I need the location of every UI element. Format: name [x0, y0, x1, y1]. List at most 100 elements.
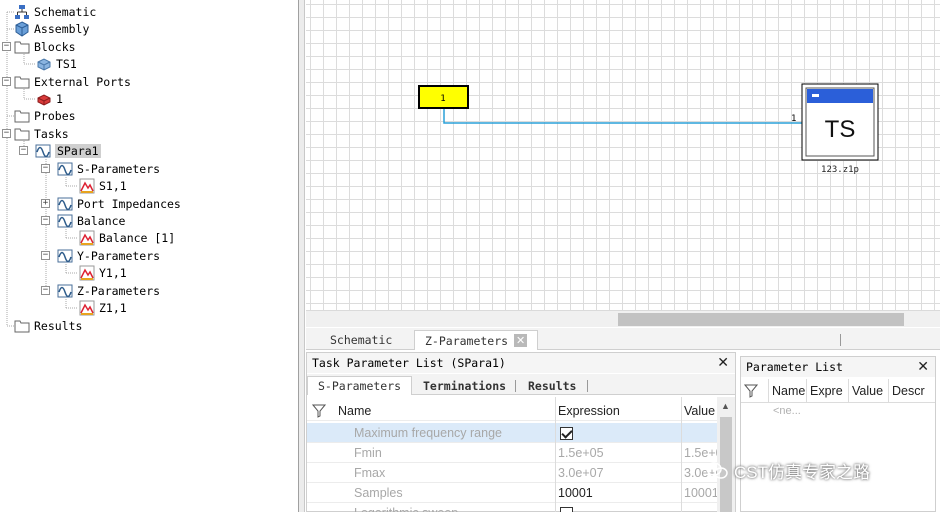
param-expression[interactable]: 10001 [555, 483, 681, 503]
port-icon [37, 93, 51, 106]
column-header-description[interactable]: Descr [889, 379, 935, 403]
tree-item-y11[interactable]: Y1,1 [79, 264, 127, 281]
subtab-s-parameters[interactable]: S-Parameters [307, 376, 413, 395]
s-parameters-collapse-toggle[interactable]: − [41, 164, 50, 173]
sparameter-task-icon [57, 214, 73, 227]
column-header-expression[interactable]: Expre [807, 379, 849, 403]
new-parameter-row[interactable]: <ne... [773, 405, 801, 417]
tree-item-y-parameters[interactable]: Y-Parameters [57, 247, 160, 264]
table-row[interactable]: Maximum frequency range [307, 423, 717, 443]
column-divider [681, 397, 682, 512]
table-row[interactable]: Samples 10001 10001 [307, 483, 717, 503]
param-name: Maximum frequency range [354, 426, 502, 440]
task-parameter-list-panel: Task Parameter List (SPara1) ✕ S-Paramet… [306, 352, 736, 512]
task-subtabs: S-Parameters Terminations Results [307, 374, 735, 395]
tab-divider [515, 380, 516, 392]
filter-icon[interactable] [309, 401, 335, 421]
tree-item-external-ports[interactable]: External Ports [14, 73, 131, 90]
parameter-list-panel: Parameter List ✕ Name Expre Value Descr … [740, 356, 936, 512]
close-icon[interactable]: ✕ [514, 334, 528, 347]
param-name: Fmax [354, 466, 386, 480]
blocks-collapse-toggle[interactable]: − [2, 42, 11, 51]
tree-item-results[interactable]: Results [14, 317, 82, 334]
grid-vertical-scrollbar[interactable]: ▲ [717, 397, 735, 512]
close-icon[interactable]: ✕ [917, 359, 929, 375]
column-header-name[interactable]: Name [769, 379, 807, 403]
tree-item-label: S1,1 [99, 178, 127, 193]
tab-divider [587, 380, 588, 392]
tree-item-blocks[interactable]: Blocks [14, 38, 76, 55]
panel-title: Task Parameter List (SPara1) ✕ [307, 353, 735, 373]
document-tabs: Schematic Z-Parameters ✕ [306, 328, 940, 350]
tree-item-assembly[interactable]: Assembly [14, 20, 89, 37]
block-icon [37, 57, 51, 71]
close-icon[interactable]: ✕ [717, 355, 729, 371]
maximum-frequency-range-checkbox[interactable] [560, 426, 573, 440]
canvas-horizontal-scrollbar[interactable] [306, 310, 940, 327]
tree-item-port-impedances[interactable]: Port Impedances [57, 195, 181, 212]
column-header-name[interactable]: Name [335, 401, 555, 421]
tree-item-balance-1[interactable]: Balance [1] [79, 229, 175, 246]
tree-item-label: Balance [77, 213, 126, 228]
param-expression[interactable] [557, 503, 679, 512]
tree-item-port-1[interactable]: 1 [36, 90, 63, 107]
column-header-value[interactable]: Value [849, 379, 889, 403]
sparameter-task-icon [57, 162, 73, 175]
param-name: Logarithmic sweep [351, 503, 555, 512]
tab-label: Schematic [330, 333, 393, 347]
scrollbar-thumb[interactable] [618, 313, 904, 326]
wire [443, 97, 802, 124]
tree-item-spara1[interactable]: SPara1 [35, 142, 101, 159]
sparameter-task-icon [57, 249, 73, 262]
tree-item-label: Assembly [34, 21, 90, 36]
block-pin-label: 1 [791, 114, 796, 124]
z-parameters-collapse-toggle[interactable]: − [41, 286, 50, 295]
balance-collapse-toggle[interactable]: − [41, 216, 50, 225]
tab-z-parameters[interactable]: Z-Parameters ✕ [414, 330, 539, 350]
y-parameters-collapse-toggle[interactable]: − [41, 251, 50, 260]
tree-item-s-parameters[interactable]: S-Parameters [57, 160, 160, 177]
subtab-terminations[interactable]: Terminations [413, 376, 516, 395]
schematic-canvas[interactable]: 1 1 TS 123.z1p [306, 0, 940, 310]
port-label: 1 [440, 94, 445, 104]
tree-item-label: Schematic [34, 4, 97, 19]
port-impedances-expand-toggle[interactable]: + [41, 199, 50, 208]
tree-item-schematic[interactable]: Schematic [14, 3, 96, 20]
panel-title: Parameter List ✕ [741, 357, 935, 377]
subtab-results[interactable]: Results [518, 376, 586, 395]
navigation-tree: − − − − − + − − − Schematic Assembly Blo… [0, 0, 299, 512]
param-expression[interactable]: 3.0e+07 [555, 463, 681, 483]
table-row[interactable]: Logarithmic sweep [307, 503, 717, 512]
param-expression[interactable]: 1.5e+05 [555, 443, 681, 463]
column-header-value[interactable]: Value [681, 401, 717, 421]
tree-item-ts1[interactable]: TS1 [36, 55, 77, 72]
table-row[interactable]: Fmax 3.0e+07 3.0e+07 [307, 463, 717, 483]
tasks-collapse-toggle[interactable]: − [2, 129, 11, 138]
tab-schematic[interactable]: Schematic [320, 330, 402, 350]
assembly-cube-icon [15, 20, 29, 37]
scroll-up-icon[interactable]: ▲ [721, 401, 730, 411]
tree-item-balance[interactable]: Balance [57, 212, 125, 229]
wechat-icon [706, 461, 728, 479]
tree-item-label: External Ports [34, 74, 131, 89]
tree-item-z11[interactable]: Z1,1 [79, 299, 127, 316]
filter-icon[interactable] [741, 379, 769, 403]
spara1-collapse-toggle[interactable]: − [19, 146, 28, 155]
tree-item-probes[interactable]: Probes [14, 107, 76, 124]
tree-item-tasks[interactable]: Tasks [14, 125, 69, 142]
folder-icon [14, 320, 30, 332]
subtab-label: Results [528, 378, 577, 393]
parameter-grid: Name Expression Value Maximum frequency … [307, 397, 717, 512]
table-row[interactable]: Fmin 1.5e+05 1.5e+05 [307, 443, 717, 463]
tree-item-label: Probes [34, 108, 76, 123]
sparameter-task-icon [57, 284, 73, 297]
tree-item-label: Y-Parameters [77, 248, 161, 263]
param-expression[interactable] [557, 423, 679, 443]
tree-item-z-parameters[interactable]: Z-Parameters [57, 282, 160, 299]
column-header-expression[interactable]: Expression [555, 401, 681, 421]
logarithmic-sweep-checkbox[interactable] [560, 506, 573, 512]
panel-splitter[interactable] [299, 0, 305, 512]
tree-item-label: 1 [56, 91, 63, 106]
tree-item-s11[interactable]: S1,1 [79, 177, 127, 194]
external-ports-collapse-toggle[interactable]: − [2, 77, 11, 86]
